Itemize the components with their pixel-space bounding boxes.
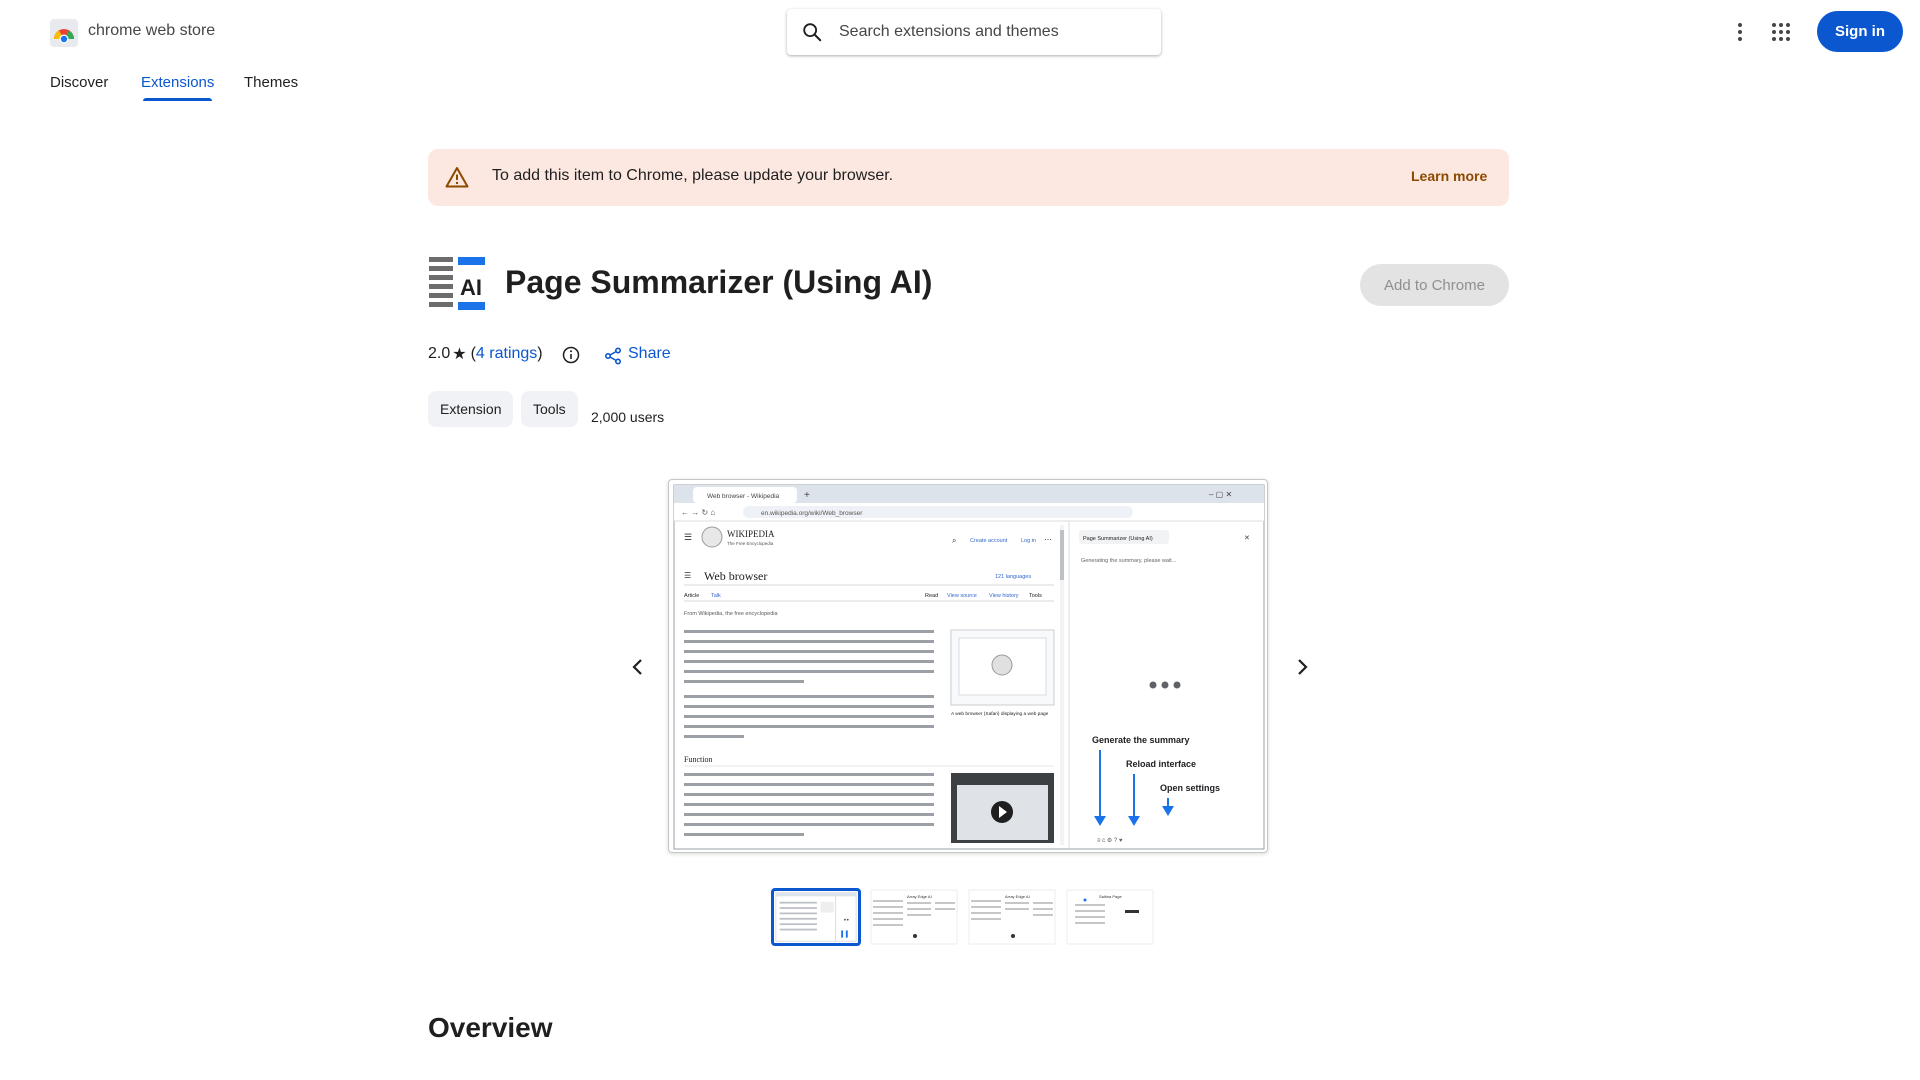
browser-url: en.wikipedia.org/wiki/Web_browser bbox=[761, 510, 863, 517]
svg-text:⌕: ⌕ bbox=[952, 536, 956, 545]
wiki-log-in: Log in bbox=[1021, 538, 1036, 544]
wiki-tab-history: View history bbox=[989, 593, 1019, 599]
wiki-tab-source: View source bbox=[947, 593, 977, 599]
search-input[interactable] bbox=[839, 9, 1149, 55]
chip-tools[interactable]: Tools bbox=[521, 391, 578, 427]
rating-value: 2.0 bbox=[428, 345, 451, 362]
annotation-reload: Reload interface bbox=[1126, 759, 1196, 769]
extension-icon: AI bbox=[429, 257, 485, 310]
rating-row: 2.0 ★ (4 ratings) bbox=[428, 344, 543, 366]
search-box[interactable] bbox=[787, 9, 1161, 55]
main-screenshot[interactable]: Web browser - Wikipedia + – ▢ ✕ ← → ↻ ⌂ … bbox=[668, 479, 1268, 853]
panel-status: Generating the summary, please wait... bbox=[1081, 558, 1177, 564]
wiki-article-title: Web browser bbox=[704, 569, 767, 583]
learn-more-link[interactable]: Learn more bbox=[1411, 168, 1487, 184]
tab-extensions[interactable]: Extensions bbox=[141, 74, 214, 91]
wiki-from: From Wikipedia, the free encyclopedia bbox=[684, 611, 778, 617]
overview-heading: Overview bbox=[428, 1012, 553, 1043]
search-icon[interactable] bbox=[801, 21, 823, 43]
active-tab-indicator bbox=[143, 98, 212, 101]
share-icon bbox=[604, 347, 622, 365]
user-count: 2,000 users bbox=[591, 409, 665, 425]
wiki-tab-talk: Talk bbox=[711, 593, 721, 599]
chip-extension[interactable]: Extension bbox=[428, 391, 514, 427]
chrome-web-store-logo[interactable] bbox=[50, 19, 78, 47]
wiki-tab-tools: Tools bbox=[1029, 593, 1042, 599]
tab-discover[interactable]: Discover bbox=[50, 74, 108, 91]
svg-text:☰: ☰ bbox=[684, 571, 691, 580]
thumbnail-2-label: Array Edge AI bbox=[907, 894, 932, 899]
chevron-right-icon[interactable] bbox=[1290, 655, 1314, 679]
update-browser-banner: To add this item to Chrome, please updat… bbox=[428, 149, 1509, 206]
wiki-image-caption: A web browser (Safari) displaying a web … bbox=[951, 711, 1049, 717]
banner-message: To add this item to Chrome, please updat… bbox=[492, 167, 894, 184]
chevron-left-icon[interactable] bbox=[626, 655, 650, 679]
panel-title: Page Summarizer (Using AI) bbox=[1083, 536, 1153, 542]
paren-close: ) bbox=[537, 345, 543, 362]
thumbnail-4[interactable]: Saltina Page bbox=[1065, 888, 1155, 946]
extension-title: Page Summarizer (Using AI) bbox=[505, 264, 933, 300]
svg-text:≡ c ⚙: ≡ c ⚙ ? ♥ bbox=[1097, 837, 1123, 844]
wiki-section-heading: Function bbox=[684, 755, 712, 764]
svg-text:– ▢ ✕: – ▢ ✕ bbox=[1209, 490, 1232, 499]
svg-text:✕: ✕ bbox=[1244, 535, 1250, 542]
ratings-count-link[interactable]: 4 ratings bbox=[476, 345, 537, 363]
share-label: Share bbox=[628, 345, 671, 362]
thumbnail-2[interactable]: Array Edge AI bbox=[869, 888, 959, 946]
wiki-tagline: The Free Encyclopedia bbox=[727, 541, 774, 546]
add-to-chrome-button[interactable]: Add to Chrome bbox=[1360, 264, 1509, 306]
annotation-settings: Open settings bbox=[1160, 783, 1220, 793]
sign-in-button[interactable]: Sign in bbox=[1817, 11, 1903, 52]
svg-text:⋯: ⋯ bbox=[1044, 535, 1052, 544]
thumbnail-3[interactable]: Array Edge AI bbox=[967, 888, 1057, 946]
thumbnail-3-label: Array Edge AI bbox=[1005, 894, 1030, 899]
info-icon[interactable] bbox=[562, 346, 580, 364]
svg-text:☰: ☰ bbox=[684, 532, 692, 542]
thumbnail-1[interactable] bbox=[771, 888, 861, 946]
wiki-create-account: Create account bbox=[970, 538, 1008, 544]
wiki-brand: WIKIPEDIA bbox=[727, 529, 775, 539]
annotation-generate: Generate the summary bbox=[1092, 735, 1190, 745]
warning-icon bbox=[445, 167, 469, 188]
extension-icon-text: AI bbox=[460, 275, 482, 300]
svg-text:← → ↻ ⌂: ← → ↻ ⌂ bbox=[681, 508, 715, 517]
tab-themes[interactable]: Themes bbox=[244, 74, 298, 91]
wiki-tab-read: Read bbox=[925, 593, 938, 599]
thumbnail-4-label: Saltina Page bbox=[1099, 894, 1122, 899]
wiki-tab-article: Article bbox=[684, 593, 699, 599]
svg-text:+: + bbox=[804, 490, 810, 501]
top-bar: chrome web store Sign in bbox=[0, 0, 1920, 64]
brand-name[interactable]: chrome web store bbox=[88, 22, 215, 40]
google-apps-icon[interactable] bbox=[1771, 22, 1791, 42]
star-icon: ★ bbox=[452, 346, 467, 363]
more-options-icon[interactable] bbox=[1735, 20, 1745, 44]
wiki-languages: 121 languages bbox=[995, 574, 1031, 580]
browser-tab-title: Web browser - Wikipedia bbox=[707, 493, 780, 500]
